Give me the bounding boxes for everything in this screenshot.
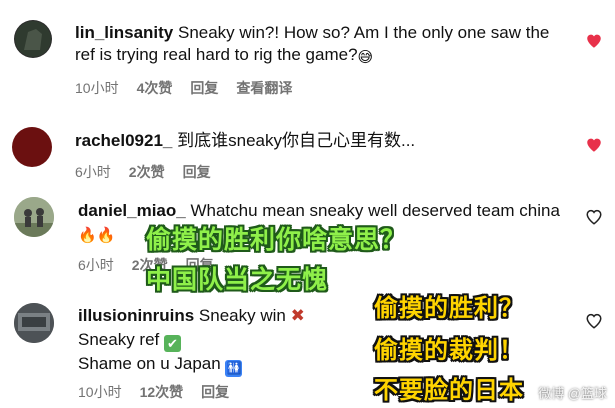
overlay-caption-yellow-3: 不要脸的日本 <box>374 376 524 404</box>
check-mark-icon: ✔ <box>164 335 181 352</box>
sweat-smile-icon: 😅 <box>357 49 374 66</box>
comment-likes[interactable]: 2次赞 <box>129 162 165 182</box>
comment-time: 6小时 <box>75 164 111 180</box>
restroom-icon: 🚻 <box>225 360 243 377</box>
heart-outline-icon[interactable] <box>585 208 603 226</box>
comment-text: Sneaky win?! How so? Am I the only one s… <box>177 23 550 42</box>
avatar-image <box>14 303 54 343</box>
comment-text: Sneaky ref <box>78 330 160 349</box>
overlay-caption-green-2: 中国队当之无愧 <box>146 265 329 294</box>
comment-time: 6小时 <box>78 257 114 273</box>
avatar[interactable] <box>14 20 52 58</box>
comment-text: 到底谁sneaky你自己心里有数... <box>177 131 416 150</box>
comment-likes[interactable]: 4次赞 <box>137 78 173 98</box>
comment-username[interactable]: lin_linsanity <box>75 23 173 42</box>
comment-time: 10小时 <box>78 384 122 400</box>
overlay-caption-yellow-1: 偷摸的胜利？ <box>374 294 524 322</box>
comment-2: rachel0921_ 到底谁sneaky你自己心里有数... 6小时 2次赞 … <box>0 110 615 190</box>
avatar[interactable] <box>12 127 52 167</box>
heart-icon[interactable] <box>585 32 603 50</box>
comment-body: rachel0921_ 到底谁sneaky你自己心里有数... <box>75 130 565 152</box>
comment-meta: 6小时 2次赞 回复 <box>75 162 211 182</box>
reply-button[interactable]: 回复 <box>190 78 218 98</box>
overlay-caption-green-1: 偷摸的胜利你啥意思？ <box>146 225 407 254</box>
overlay-caption-yellow-2: 偷摸的裁判！ <box>374 336 524 364</box>
comment-1: lin_linsanity Sneaky win?! How so? Am I … <box>0 0 615 110</box>
comment-username[interactable]: daniel_miao_ <box>78 201 186 220</box>
avatar-image <box>15 21 51 57</box>
cross-mark-icon: ✖ <box>290 306 305 325</box>
heart-icon[interactable] <box>585 136 603 154</box>
comment-username[interactable]: illusioninruins <box>78 306 194 325</box>
comment-text: Shame on u Japan <box>78 354 221 373</box>
avatar[interactable] <box>14 303 54 343</box>
comment-meta: 10小时 4次赞 回复 查看翻译 <box>75 78 292 98</box>
avatar[interactable] <box>14 197 54 237</box>
translate-button[interactable]: 查看翻译 <box>236 78 292 98</box>
reply-button[interactable]: 回复 <box>183 162 211 182</box>
comment-likes[interactable]: 12次赞 <box>140 382 184 402</box>
comment-text: Sneaky win <box>198 306 286 325</box>
comment-time: 10小时 <box>75 80 119 96</box>
comment-meta: 10小时 12次赞 回复 <box>78 382 229 402</box>
comment-text: Whatchu mean sneaky well deserved team c… <box>190 201 560 220</box>
watermark: 微博 @篮球 <box>538 386 607 401</box>
heart-outline-icon[interactable] <box>585 312 603 330</box>
fire-icon: 🔥 <box>78 227 97 244</box>
reply-button[interactable]: 回复 <box>201 382 229 402</box>
comment-text: ref is trying real hard to rig the game? <box>75 45 358 64</box>
avatar-image <box>14 197 54 237</box>
fire-icon: 🔥 <box>96 227 116 244</box>
comment-body: lin_linsanity Sneaky win?! How so? Am I … <box>75 22 565 69</box>
comment-username[interactable]: rachel0921_ <box>75 131 172 150</box>
